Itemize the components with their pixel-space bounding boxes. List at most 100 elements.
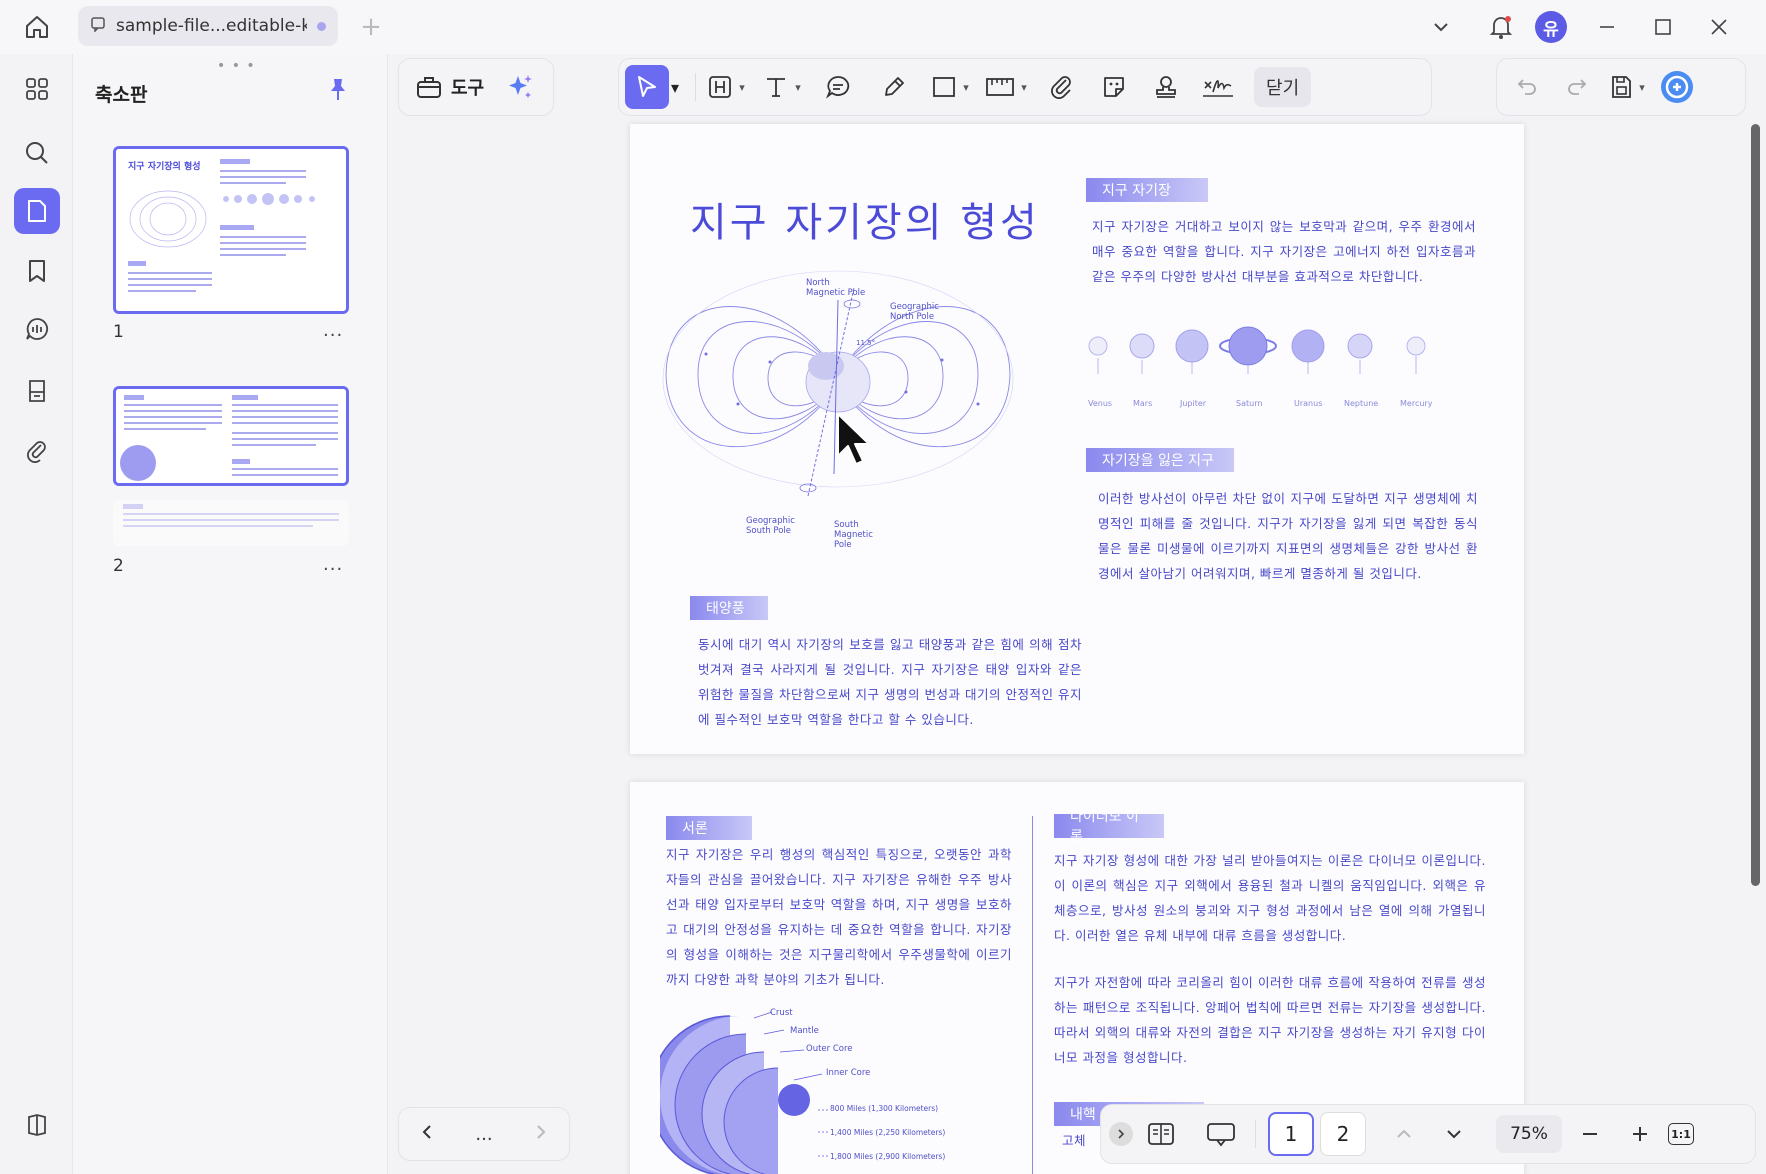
pin-icon[interactable]: [327, 76, 349, 106]
text-tool-button[interactable]: ▾: [760, 65, 804, 109]
earth-core-diagram: [660, 1011, 828, 1174]
bottom-divider: [1255, 1120, 1256, 1148]
document-page-1: 지구 자기장의 형성 North Magnetic Pole Geographi…: [630, 124, 1524, 754]
page-number-1-button[interactable]: 1: [1268, 1112, 1314, 1156]
core-depth-label: 800 Miles (1,300 Kilometers): [830, 1104, 939, 1113]
ruler-icon: [986, 78, 1015, 96]
select-tool-dropdown[interactable]: ▾: [671, 78, 679, 97]
cursor-arrow-icon: [638, 76, 656, 97]
attachment-icon[interactable]: [14, 428, 60, 474]
planet-label: Mercury: [1400, 399, 1433, 408]
tab-list-chevron-icon[interactable]: [1422, 8, 1460, 46]
save-icon: [1612, 76, 1632, 98]
vertical-scrollbar[interactable]: [1751, 124, 1760, 886]
comment-icon: [826, 76, 850, 99]
bookmark-icon[interactable]: [14, 248, 60, 294]
planets-illustration: [1088, 326, 1426, 374]
minimize-icon[interactable]: [1588, 8, 1626, 46]
stamp-icon[interactable]: [14, 368, 60, 414]
save-button[interactable]: ▾: [1605, 65, 1649, 109]
redo-button[interactable]: [1555, 65, 1599, 109]
close-window-icon[interactable]: [1700, 8, 1738, 46]
core-layer-label: Crust: [770, 1008, 793, 1018]
thumbnail-panel: • • • 축소판 지구 자기장의 형성 1 ... 2 ...: [72, 54, 388, 1174]
signature-tool-button[interactable]: [1196, 65, 1240, 109]
tilt-angle-label: 11.5°: [856, 339, 876, 347]
layers-icon[interactable]: [14, 1102, 60, 1148]
previous-page-icon[interactable]: [418, 1123, 436, 1145]
section-paragraph: 지구 자기장은 우리 행성의 핵심적인 특징으로, 오랫동안 과학자들의 관심을…: [666, 847, 1012, 987]
stamp-tool-button[interactable]: [1144, 65, 1188, 109]
tools-button[interactable]: 도구: [407, 65, 492, 109]
section-badge: 태양풍: [690, 596, 768, 620]
apps-grid-icon[interactable]: [14, 66, 60, 112]
thumbnail-page-2[interactable]: [113, 386, 349, 486]
tools-toolbar: 도구: [398, 58, 554, 116]
home-icon[interactable]: [20, 12, 54, 42]
geographic-south-pole-label: Geographic South Pole: [746, 516, 795, 536]
page-title: 지구 자기장의 형성: [690, 200, 1040, 246]
actual-size-button[interactable]: 1:1: [1668, 1123, 1694, 1145]
core-layer-label: Inner Core: [826, 1068, 871, 1078]
scroll-up-icon[interactable]: [1382, 1112, 1426, 1156]
shape-tool-button[interactable]: ▾: [928, 65, 972, 109]
attach-file-tool-button[interactable]: [1040, 65, 1084, 109]
planet-label: Uranus: [1294, 399, 1323, 408]
thumbnails-icon[interactable]: [14, 188, 60, 234]
search-icon[interactable]: [14, 130, 60, 176]
highlight-icon: [709, 76, 732, 98]
next-page-icon[interactable]: [532, 1123, 550, 1145]
redo-icon: [1568, 79, 1587, 95]
maximize-icon[interactable]: [1644, 8, 1682, 46]
tools-label: 도구: [451, 78, 485, 99]
south-magnetic-pole-label: South Magnetic Pole: [834, 520, 873, 550]
document-tab[interactable]: sample-file...editable-kr: [78, 6, 338, 46]
section-paragraph: 이러한 방사선이 아무런 차단 없이 지구에 도달하면 지구 생명체에 치명적인…: [1098, 491, 1478, 581]
ai-assistant-icon: [1661, 71, 1693, 103]
toolbox-icon: [417, 77, 441, 98]
new-tab-button[interactable]: +: [356, 12, 386, 42]
sticker-tool-button[interactable]: [1092, 65, 1136, 109]
thumbnail-page-1-more-button[interactable]: ...: [323, 320, 343, 341]
ai-assistant-button[interactable]: [1655, 65, 1699, 109]
actual-size-label: 1:1: [1671, 1127, 1691, 1141]
close-toolbar-button[interactable]: 닫기: [1254, 67, 1312, 107]
comments-icon[interactable]: [14, 306, 60, 352]
panel-drag-handle[interactable]: • • •: [217, 58, 256, 74]
pencil-tool-button[interactable]: [872, 65, 916, 109]
pencil-icon: [885, 77, 904, 96]
zoom-in-icon[interactable]: [1618, 1112, 1662, 1156]
panel-title: 축소판: [95, 84, 148, 106]
planet-label: Neptune: [1344, 399, 1379, 408]
page-layout-icon[interactable]: [1139, 1112, 1183, 1156]
thumbnail-page-2-continued: [113, 500, 349, 546]
mouse-pointer-icon: [837, 413, 870, 465]
thumbnail-page-1[interactable]: 지구 자기장의 형성: [113, 146, 349, 314]
presentation-icon[interactable]: [1199, 1112, 1243, 1156]
planet-label: Mars: [1133, 399, 1153, 408]
measure-tool-button[interactable]: ▾: [984, 65, 1028, 109]
core-layer-label: Outer Core: [806, 1044, 853, 1054]
section-badge: 지구 자기장: [1086, 178, 1208, 202]
unsaved-dot: [317, 21, 326, 31]
collapse-arrow-icon[interactable]: [1109, 1122, 1133, 1146]
sticker-icon: [1104, 77, 1124, 97]
text-icon: [767, 78, 786, 97]
zoom-level-field[interactable]: 75%: [1496, 1115, 1562, 1153]
more-pages-button[interactable]: ...: [475, 1124, 492, 1145]
highlight-tool-button[interactable]: ▾: [704, 65, 748, 109]
ai-sparkle-button[interactable]: [498, 65, 542, 109]
undo-button[interactable]: [1505, 65, 1549, 109]
user-avatar[interactable]: 유: [1532, 8, 1570, 46]
select-tool-button[interactable]: [625, 65, 669, 109]
paperclip-icon: [1051, 76, 1071, 99]
page-number-2-button[interactable]: 2: [1320, 1112, 1366, 1156]
section-paragraph: 지구 자기장 형성에 대한 가장 널리 받아들여지는 이론은 다이너모 이론입니…: [1054, 853, 1486, 943]
left-icon-rail: [0, 54, 72, 1174]
comment-tool-button[interactable]: [816, 65, 860, 109]
thumbnail-page-2-more-button[interactable]: ...: [323, 554, 343, 575]
scroll-down-icon[interactable]: [1432, 1112, 1476, 1156]
notification-bell-icon[interactable]: [1482, 8, 1520, 46]
zoom-out-icon[interactable]: [1568, 1112, 1612, 1156]
geographic-north-pole-label: Geographic North Pole: [890, 302, 939, 322]
